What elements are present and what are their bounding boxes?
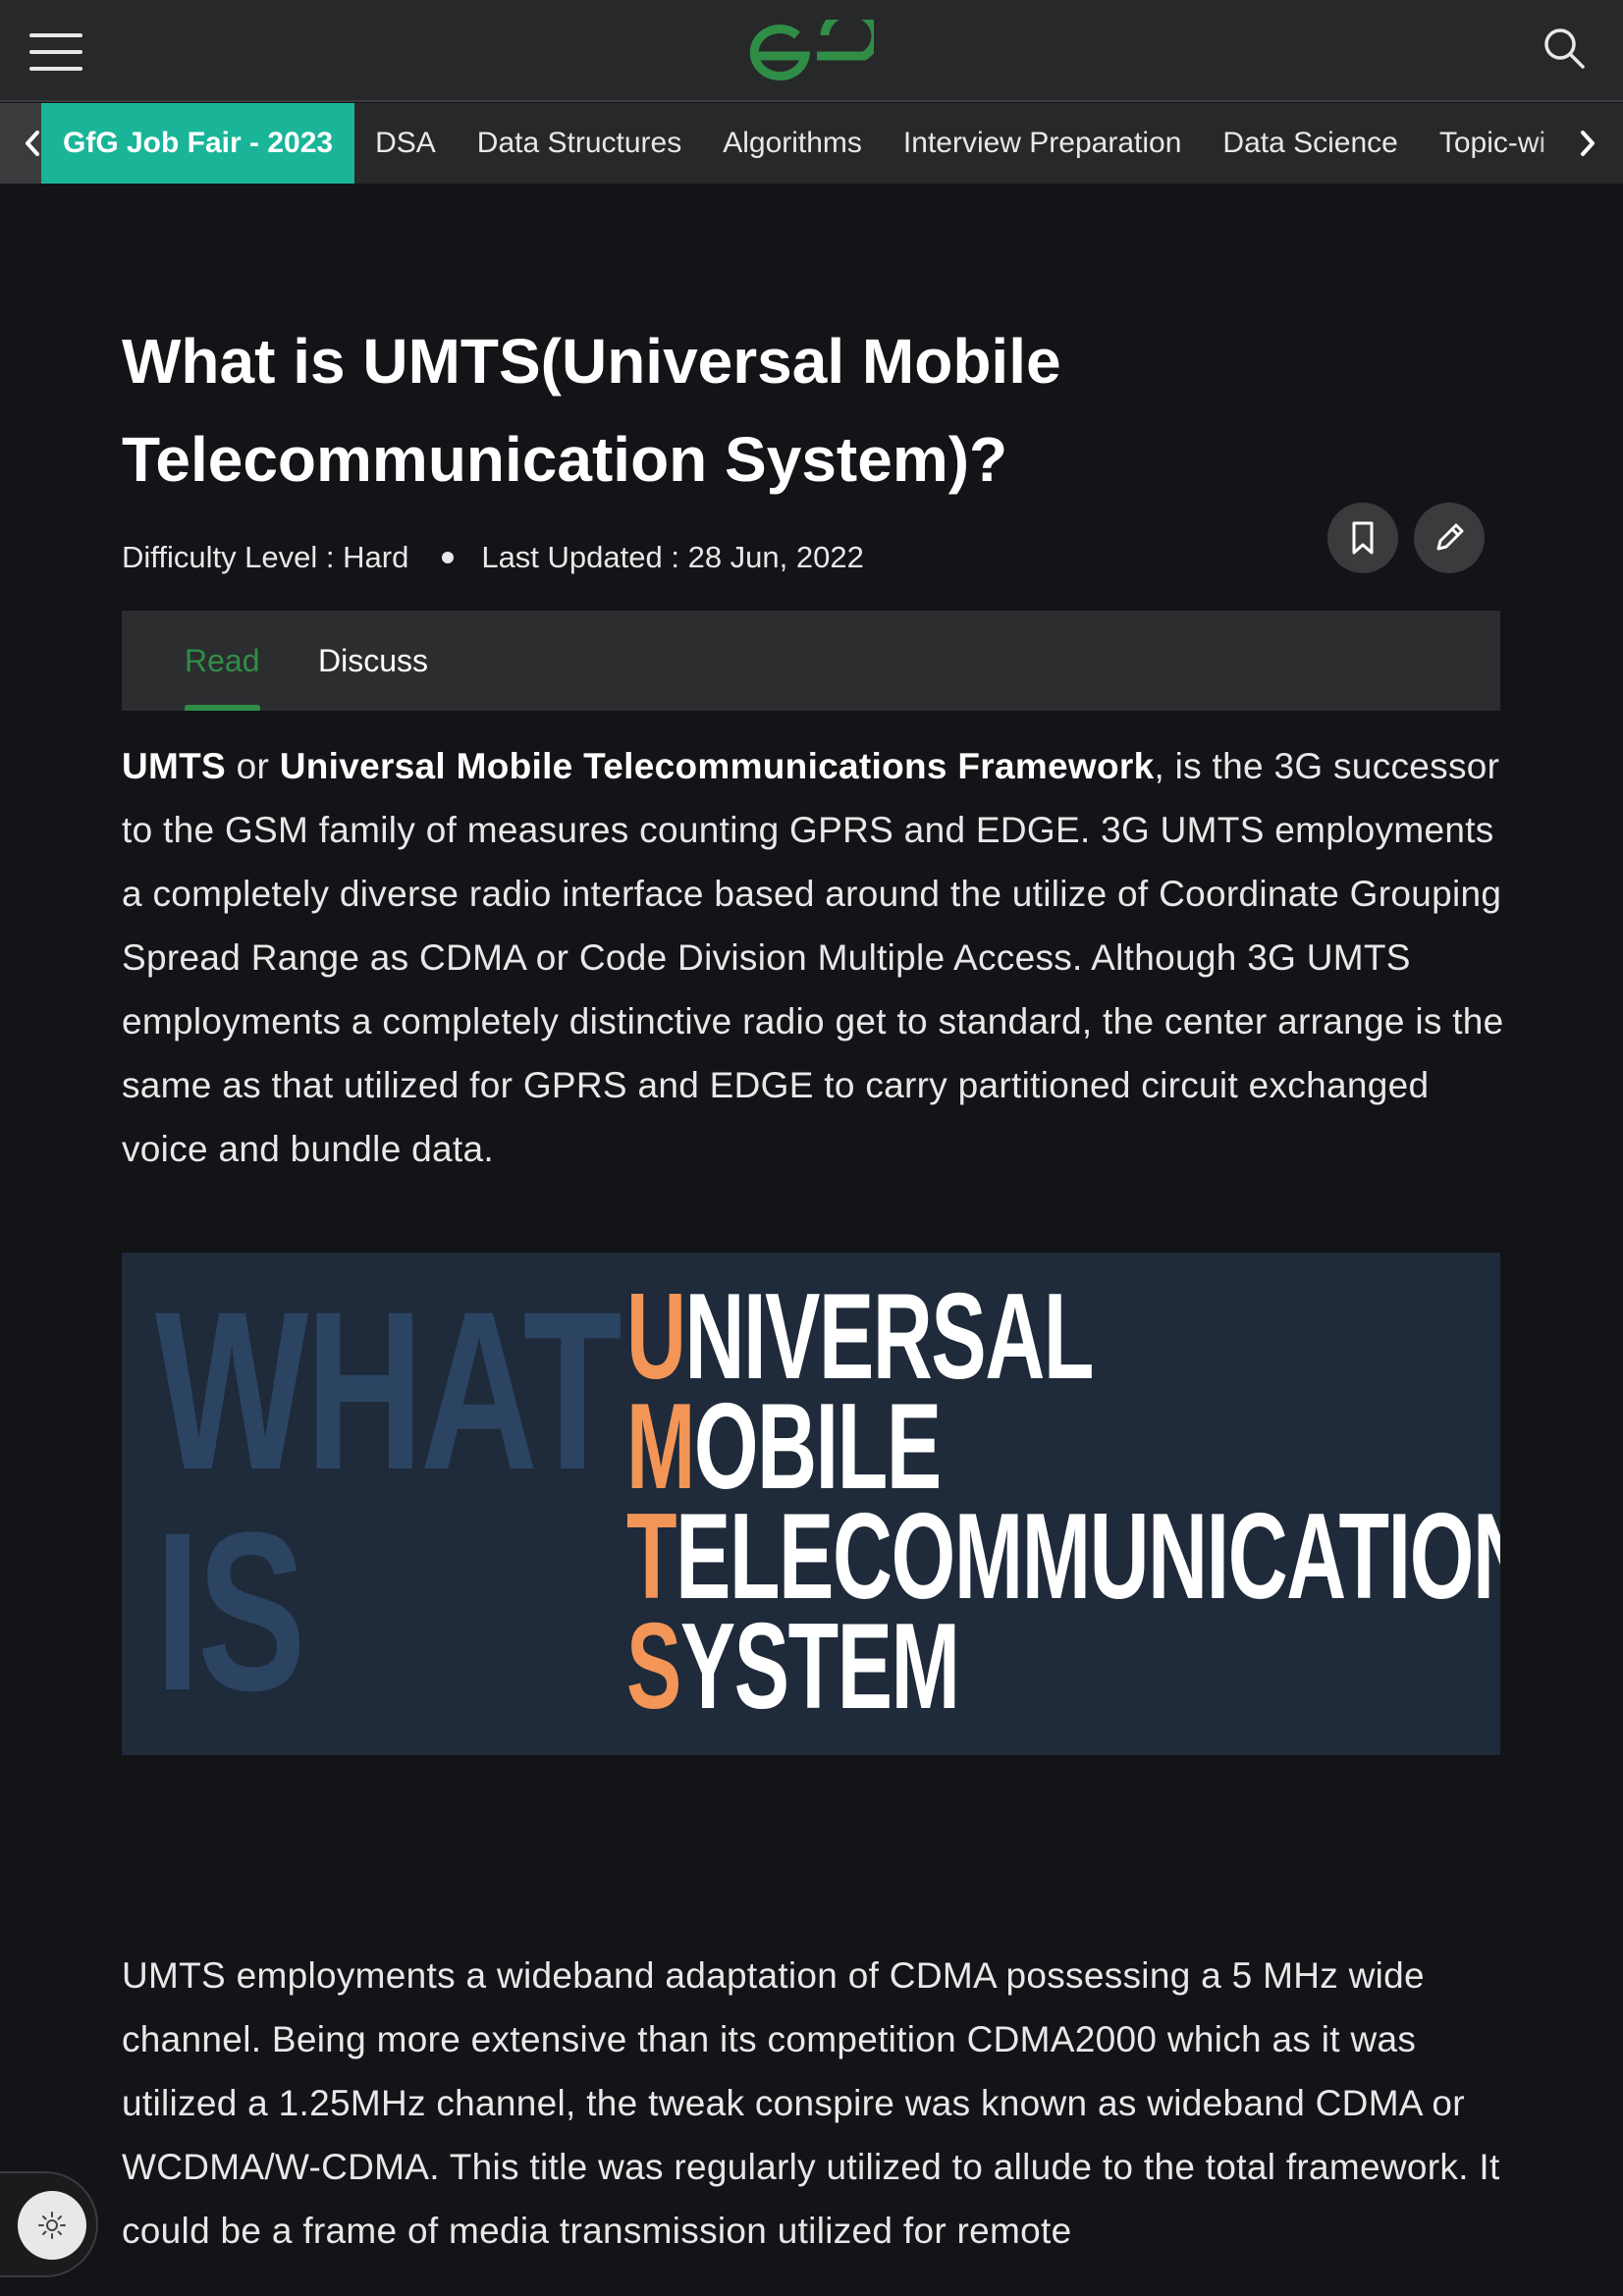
umts-banner-image: WHAT IS UNIVERSAL MOBILE TELECOMMUNICATI… [122, 1253, 1500, 1755]
chevron-left-icon[interactable] [18, 125, 47, 162]
tab-read[interactable]: Read [185, 611, 260, 711]
banner-what: WHAT [155, 1264, 622, 1517]
nav-items: GfG Job Fair - 2023 DSA Data Structures … [41, 103, 1566, 184]
nav-item-dsa[interactable]: DSA [354, 103, 457, 184]
nav-item-data-structures[interactable]: Data Structures [457, 103, 702, 184]
paragraph-text: or [226, 746, 280, 786]
last-updated: Last Updated : 28 Jun, 2022 [481, 540, 864, 574]
term-umts: UMTS [122, 746, 227, 786]
theme-toggle-button[interactable] [18, 2191, 86, 2260]
banner-what-is: WHAT IS [155, 1264, 622, 1737]
banner-initial: S [626, 1599, 681, 1735]
tab-discuss[interactable]: Discuss [318, 611, 428, 711]
article-tabs: Read Discuss [122, 611, 1500, 711]
article-title: What is UMTS(Universal Mobile Telecommun… [122, 326, 1061, 495]
pencil-icon [1436, 523, 1464, 551]
nav-item-gfg-job-fair[interactable]: GfG Job Fair - 2023 [41, 103, 355, 184]
theme-toggle [0, 2171, 98, 2277]
nav-item-algorithms[interactable]: Algorithms [702, 103, 883, 184]
nav-item-data-science[interactable]: Data Science [1202, 103, 1418, 184]
chevron-right-icon[interactable] [1573, 125, 1602, 162]
search-icon[interactable] [1542, 26, 1587, 71]
article-meta: Difficulty Level : Hard Last Updated : 2… [122, 538, 864, 577]
banner-line: TELECOMMUNICATION [626, 1496, 1500, 1618]
article-paragraph: UMTS or Universal Mobile Telecommunicati… [122, 734, 1516, 1181]
sun-icon [38, 2212, 66, 2239]
edit-button[interactable] [1414, 503, 1485, 573]
article-paragraph: UMTS employments a wideband adaptation o… [122, 1955, 1500, 2251]
banner-line: MOBILE [626, 1386, 1500, 1508]
hamburger-menu-icon[interactable] [29, 33, 82, 71]
difficulty-level: Difficulty Level : Hard [122, 540, 409, 574]
term-universal-mobile: Universal Mobile Telecommunications Fram… [279, 746, 1155, 786]
gfg-logo-icon[interactable] [748, 20, 874, 84]
top-header [0, 0, 1623, 102]
banner-line: SYSTEM [626, 1606, 1500, 1728]
category-nav: GfG Job Fair - 2023 DSA Data Structures … [0, 103, 1623, 184]
bookmark-button[interactable] [1327, 503, 1398, 573]
paragraph-text: , is the 3G successor to the GSM family … [122, 746, 1504, 1169]
banner-word: YSTEM [679, 1599, 960, 1735]
banner-line: UNIVERSAL [626, 1276, 1500, 1398]
meta-separator-dot [442, 552, 455, 563]
banner-acronym: UNIVERSAL MOBILE TELECOMMUNICATION SYSTE… [626, 1276, 1500, 1728]
bookmark-icon [1352, 521, 1374, 555]
banner-is: IS [155, 1485, 306, 1737]
nav-item-interview-preparation[interactable]: Interview Preparation [883, 103, 1202, 184]
